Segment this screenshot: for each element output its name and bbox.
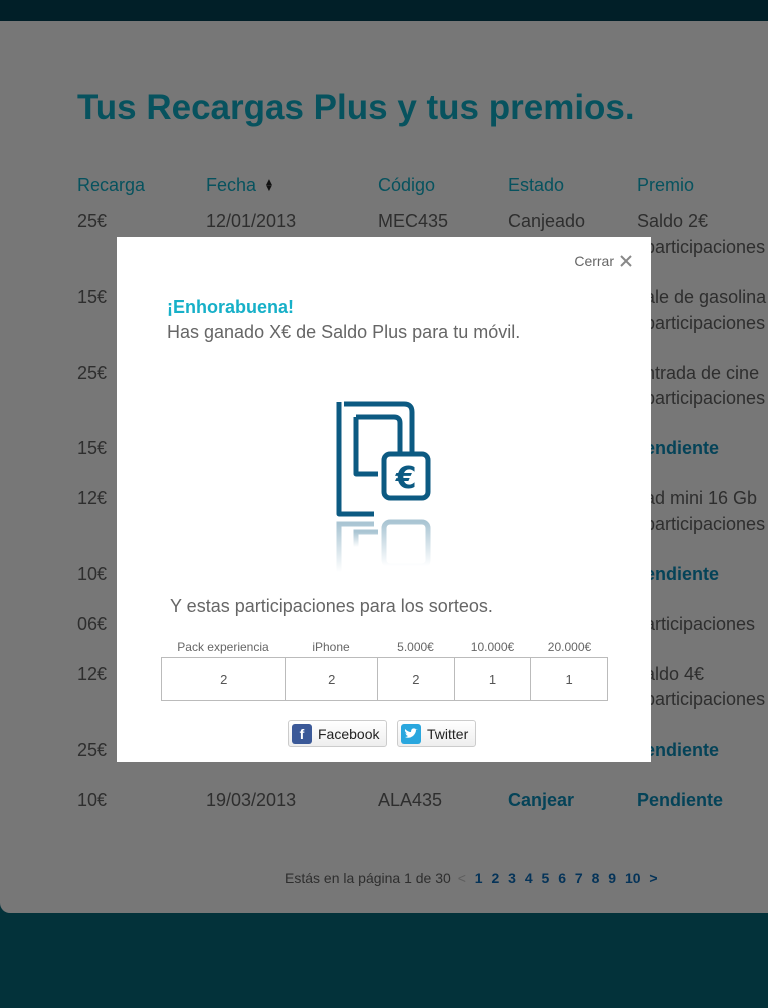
prize-name: iPhone (312, 640, 350, 654)
close-button[interactable]: Cerrar (574, 253, 632, 269)
prize-count: 2 (285, 658, 377, 700)
facebook-share-button[interactable]: f Facebook (288, 720, 388, 747)
twitter-share-button[interactable]: Twitter (397, 720, 477, 747)
prize-name: 20.000€ (547, 640, 592, 654)
prize-modal: Cerrar ¡Enhorabuena! Has ganado X€ de Sa… (117, 237, 651, 762)
congrats-heading: ¡Enhorabuena! (167, 297, 295, 317)
prize-count: 1 (453, 658, 531, 700)
prizes-table: Pack experiencia iPhone 5.000€ 10.000€ 2… (161, 637, 608, 701)
prize-count: 2 (377, 658, 454, 700)
won-message: Has ganado X€ de Saldo Plus para tu móvi… (167, 322, 521, 342)
prize-count: 1 (530, 658, 607, 700)
prize-count: 2 (220, 671, 228, 687)
close-label: Cerrar (574, 253, 614, 269)
facebook-icon: f (292, 723, 312, 744)
twitter-label: Twitter (427, 725, 469, 742)
phone-euro-icon: € (322, 392, 442, 592)
participations-text: Y estas participaciones para los sorteos… (170, 596, 493, 616)
prize-name: 5.000€ (397, 640, 434, 654)
prize-name: Pack experiencia (177, 640, 269, 654)
facebook-label: Facebook (318, 725, 380, 742)
twitter-icon (401, 723, 421, 744)
svg-text:€: € (395, 461, 417, 496)
prizes-row: 2 2 2 1 1 (161, 657, 608, 701)
close-icon (620, 255, 632, 267)
prize-name: 10.000€ (470, 640, 515, 654)
prizes-header: Pack experiencia iPhone 5.000€ 10.000€ 2… (161, 637, 608, 657)
